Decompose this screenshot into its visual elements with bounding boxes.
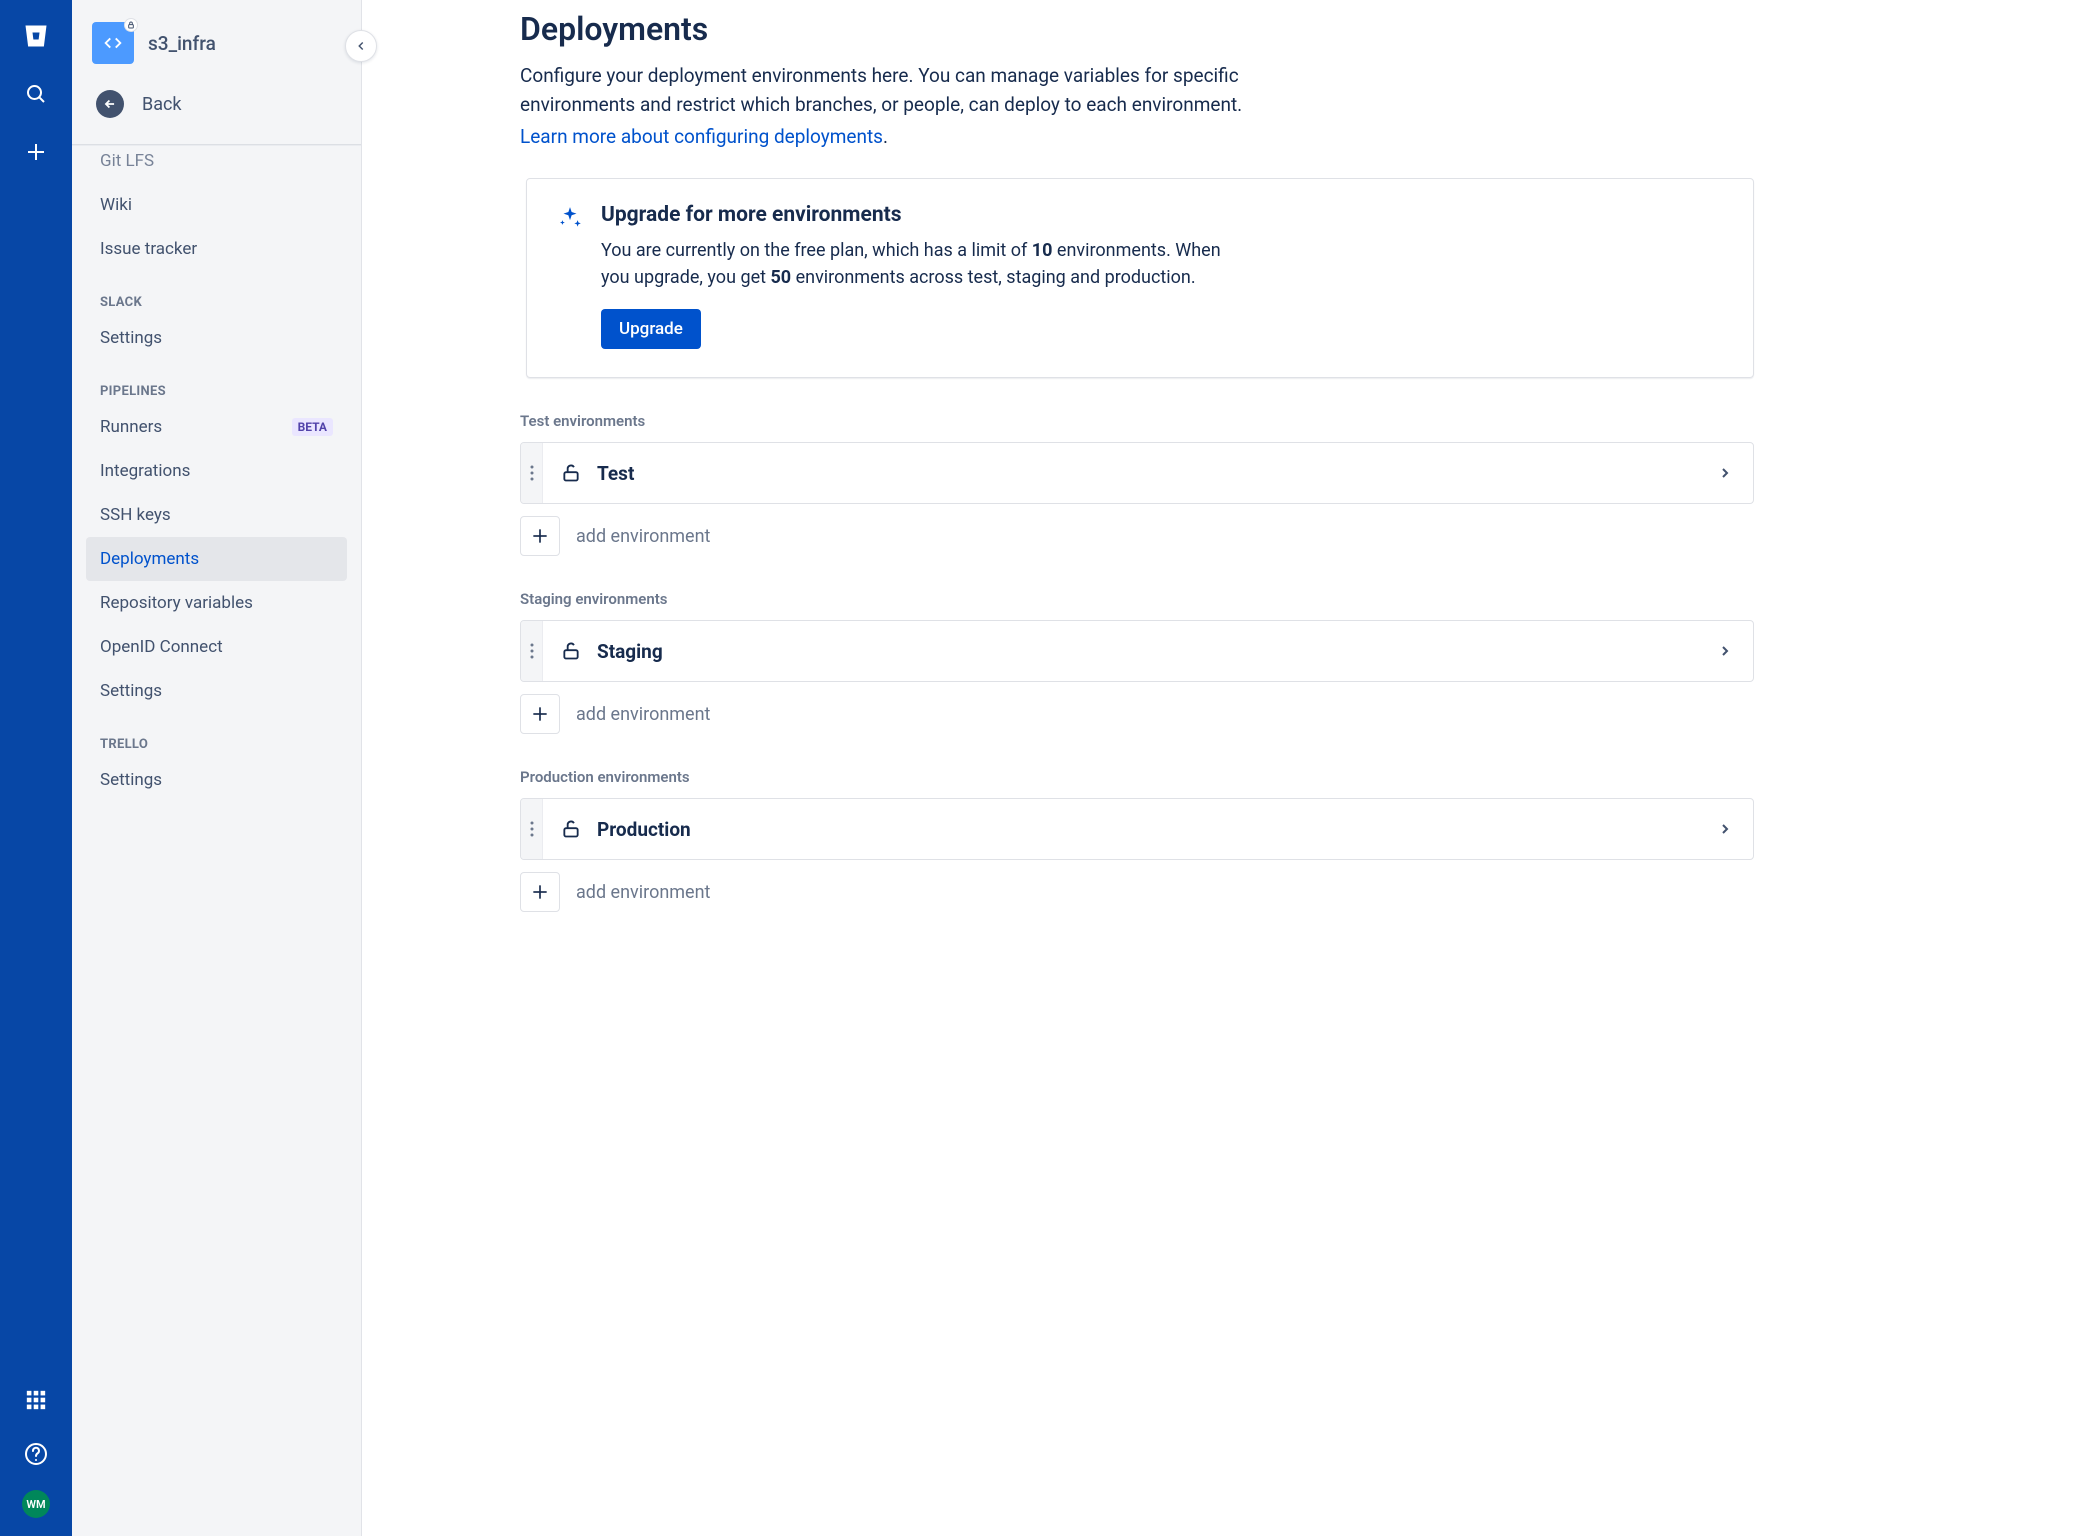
create-icon[interactable] (18, 134, 54, 170)
add-env-row-test: add environment (520, 516, 1754, 556)
page-title: Deployments (520, 10, 1754, 48)
upgrade-card: Upgrade for more environments You are cu… (526, 178, 1754, 378)
section-heading-test: Test environments (520, 412, 1754, 430)
sidebar-item-integrations[interactable]: Integrations (86, 449, 347, 493)
page-description: Configure your deployment environments h… (520, 62, 1260, 119)
user-avatar[interactable]: WM (22, 1490, 50, 1518)
sidebar-item-slack-settings[interactable]: Settings (86, 316, 347, 360)
sidebar-item-wiki[interactable]: Wiki (86, 183, 347, 227)
drag-handle-icon[interactable] (521, 799, 543, 859)
unlock-icon (561, 641, 581, 661)
sidebar-item-ssh-keys[interactable]: SSH keys (86, 493, 347, 537)
sidebar-item-runners[interactable]: Runners BETA (86, 405, 347, 449)
unlock-icon (561, 819, 581, 839)
upgrade-title: Upgrade for more environments (601, 203, 1241, 227)
sidebar-item-trello-settings[interactable]: Settings (86, 758, 347, 802)
drag-handle-icon[interactable] (521, 443, 543, 503)
beta-badge: BETA (292, 418, 333, 436)
main-content: Deployments Configure your deployment en… (362, 10, 1782, 972)
add-env-button[interactable] (520, 872, 560, 912)
search-icon[interactable] (18, 76, 54, 112)
drag-handle-icon[interactable] (521, 621, 543, 681)
sidebar-item-issue-tracker[interactable]: Issue tracker (86, 227, 347, 271)
chevron-right-icon (1717, 799, 1753, 859)
sidebar-header: s3_infra (72, 0, 361, 76)
sidebar-item-openid-connect[interactable]: OpenID Connect (86, 625, 347, 669)
repo-name: s3_infra (148, 32, 216, 55)
global-nav-rail: WM (0, 0, 72, 1536)
add-env-row-staging: add environment (520, 694, 1754, 734)
sidebar-heading-slack: SLACK (86, 271, 347, 316)
section-heading-production: Production environments (520, 768, 1754, 786)
sparkle-icon (557, 205, 583, 231)
chevron-right-icon (1717, 443, 1753, 503)
repo-sidebar: s3_infra Back Git LFS Wiki Issue tracker… (72, 0, 362, 1536)
env-row-production[interactable]: Production (520, 798, 1754, 860)
sidebar-heading-pipelines: PIPELINES (86, 360, 347, 405)
repo-avatar-icon (92, 22, 134, 64)
upgrade-body: You are currently on the free plan, whic… (601, 237, 1241, 291)
back-label: Back (142, 94, 182, 115)
sidebar-heading-trello: TRELLO (86, 713, 347, 758)
apps-icon[interactable] (18, 1382, 54, 1418)
sidebar-item-repo-variables[interactable]: Repository variables (86, 581, 347, 625)
bitbucket-logo-icon[interactable] (18, 18, 54, 54)
chevron-right-icon (1717, 621, 1753, 681)
add-env-label: add environment (576, 882, 710, 903)
help-icon[interactable] (18, 1436, 54, 1472)
add-env-row-production: add environment (520, 872, 1754, 912)
period: . (883, 125, 888, 148)
upgrade-button[interactable]: Upgrade (601, 309, 701, 349)
lock-icon (124, 18, 138, 32)
back-arrow-icon (96, 90, 124, 118)
env-row-staging[interactable]: Staging (520, 620, 1754, 682)
sidebar-collapse-button[interactable] (345, 30, 377, 62)
env-name: Staging (597, 640, 663, 663)
sidebar-item-git-lfs[interactable]: Git LFS (86, 145, 347, 183)
add-env-button[interactable] (520, 694, 560, 734)
section-heading-staging: Staging environments (520, 590, 1754, 608)
env-row-test[interactable]: Test (520, 442, 1754, 504)
add-env-button[interactable] (520, 516, 560, 556)
sidebar-item-pipelines-settings[interactable]: Settings (86, 669, 347, 713)
env-name: Test (597, 462, 634, 485)
unlock-icon (561, 463, 581, 483)
sidebar-item-deployments[interactable]: Deployments (86, 537, 347, 581)
back-button[interactable]: Back (72, 76, 361, 140)
learn-more-link[interactable]: Learn more about configuring deployments (520, 125, 883, 148)
sidebar-scroll: Git LFS Wiki Issue tracker SLACK Setting… (72, 145, 361, 1536)
add-env-label: add environment (576, 526, 710, 547)
env-name: Production (597, 818, 691, 841)
add-env-label: add environment (576, 704, 710, 725)
